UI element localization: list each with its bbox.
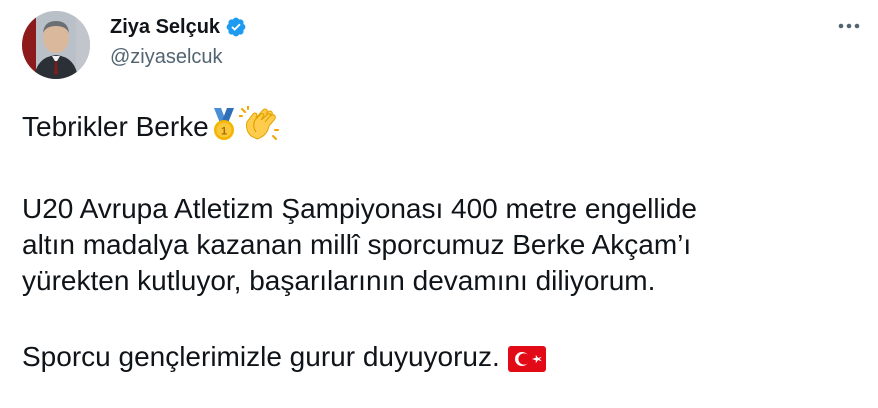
tweet-paragraph-greeting: Tebrikler Berke 1 (22, 105, 862, 151)
tweet-line: altın madalya kazanan millî sporcumuz Be… (22, 229, 692, 260)
svg-text:1: 1 (221, 126, 227, 138)
display-name-row: Ziya Selçuk (110, 14, 247, 40)
tweet-line: U20 Avrupa Atletizm Şampiyonası 400 metr… (22, 193, 697, 224)
display-name[interactable]: Ziya Selçuk (110, 14, 220, 40)
tweet-line: Sporcu gençlerimizle gurur duyuyoruz. (22, 341, 500, 372)
first-place-medal-emoji: 1 (209, 108, 239, 151)
avatar-photo (22, 11, 90, 79)
tweet-paragraph-closing: Sporcu gençlerimizle gurur duyuyoruz. (22, 339, 862, 381)
tweet-paragraph-main: U20 Avrupa Atletizm Şampiyonası 400 metr… (22, 191, 862, 299)
verified-badge-icon (225, 16, 247, 38)
more-options-button[interactable] (834, 16, 864, 36)
tweet-text: Tebrikler Berke 1 U20 Avrupa Atletizm Şa… (22, 105, 862, 381)
author-names: Ziya Selçuk @ziyaselcuk (110, 14, 247, 70)
avatar[interactable] (22, 11, 90, 79)
more-options-icon (838, 23, 860, 29)
tweet-card: Ziya Selçuk @ziyaselcuk Tebrikler Berke (0, 0, 878, 408)
tweet-line: Tebrikler Berke (22, 111, 209, 142)
author-handle[interactable]: @ziyaselcuk (110, 44, 247, 70)
tweet-line: yürekten kutluyor, başarılarının devamın… (22, 265, 656, 296)
clapping-hands-emoji (237, 105, 279, 151)
turkey-flag-emoji (507, 345, 546, 381)
